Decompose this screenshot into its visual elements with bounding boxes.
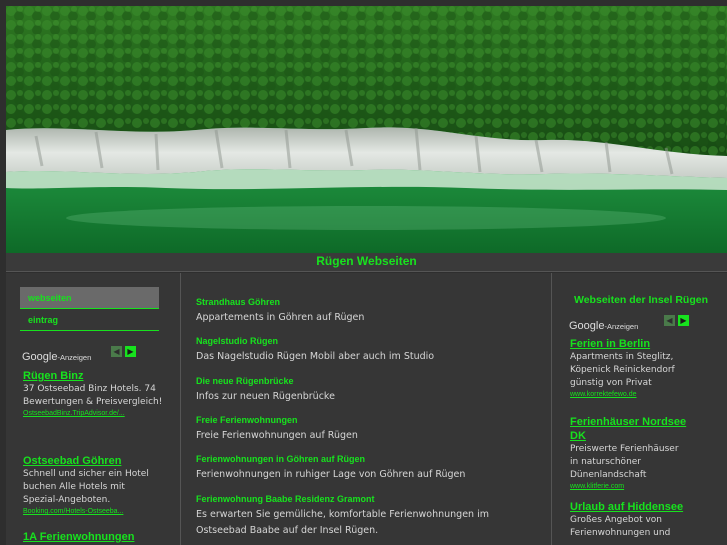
site-entry: Ferienwohnungen in Göhren auf Rügen Feri… — [196, 453, 541, 483]
site-entry: Die neue Rügenbrücke Infos zur neuen Rüg… — [196, 375, 541, 405]
ad-item: Ferien in Berlin Apartments in Steglitz,… — [570, 337, 685, 400]
ad-item: Rügen Binz 37 Ostseebad Binz Hotels. 74 … — [23, 369, 163, 419]
entry-description: Infos zur neuen Rügenbrücke — [196, 391, 335, 402]
entry-title-link[interactable]: Die neue Rügenbrücke — [196, 375, 541, 387]
entry-title-link[interactable]: Strandhaus Göhren — [196, 296, 541, 308]
google-ads-header: Google-Anzeigen ◀ ▶ — [22, 345, 140, 363]
site-entry: Ferienwohnung Baabe Residenz Gramont Es … — [196, 493, 541, 539]
title-bar: Rügen Webseiten — [6, 253, 727, 272]
ad-title-link[interactable]: Urlaub auf Hiddensee — [570, 500, 688, 514]
chevron-right-icon[interactable]: ▶ — [678, 315, 689, 326]
google-logo: Google — [22, 351, 58, 363]
ad-text: Großes Angebot von Ferienwohnungen und — [570, 515, 671, 538]
entry-description: Das Nagelstudio Rügen Mobil aber auch im… — [196, 351, 435, 362]
ad-title-link[interactable]: Ferien in Berlin — [570, 337, 685, 351]
entry-description: Freie Ferienwohnungen auf Rügen — [196, 430, 358, 441]
main-content: Strandhaus Göhren Appartements in Göhren… — [182, 273, 551, 545]
entry-title-link[interactable]: Ferienwohnungen in Göhren auf Rügen — [196, 453, 541, 465]
right-sidebar: Webseiten der Insel Rügen Google-Anzeige… — [551, 273, 727, 545]
ad-item: Ostseebad Göhren Schnell und sicher ein … — [23, 454, 163, 517]
ad-item: 1A Ferienwohnungen — [23, 530, 163, 544]
ad-title-link[interactable]: Ostseebad Göhren — [23, 454, 163, 468]
chalk-cliffs-illustration — [6, 6, 727, 253]
nav-item-eintrag[interactable]: eintrag — [20, 309, 159, 331]
left-sidebar: webseiten eintrag Google-Anzeigen ◀ ▶ Rü… — [6, 273, 181, 545]
chevron-left-icon[interactable]: ◀ — [664, 315, 675, 326]
hero-banner-image — [6, 6, 727, 253]
ad-title-link[interactable]: Ferienhäuser Nordsee DK — [570, 415, 688, 443]
ads-label: -Anzeigen — [604, 322, 639, 331]
ad-item: Urlaub auf Hiddensee Großes Angebot von … — [570, 500, 688, 540]
right-heading: Webseiten der Insel Rügen — [574, 294, 709, 306]
google-ads-header: Google-Anzeigen ◀ ▶ — [569, 314, 689, 332]
entry-title-link[interactable]: Nagelstudio Rügen — [196, 335, 541, 347]
ad-item: Ferienhäuser Nordsee DK Preiswerte Ferie… — [570, 415, 688, 492]
site-title: Rügen Webseiten — [316, 254, 417, 268]
ad-text: 37 Ostseebad Binz Hotels. 74 Bewertungen… — [23, 384, 163, 407]
ad-title-link[interactable]: 1A Ferienwohnungen — [23, 530, 163, 544]
ad-url-link[interactable]: Booking.com/Hotels-Ostseeba... — [23, 507, 163, 517]
ad-text: Preiswerte Ferienhäuser in naturschöner … — [570, 444, 679, 480]
ad-url-link[interactable]: www.korrektefewo.de — [570, 390, 685, 400]
entry-description: Es erwarten Sie gemüliche, komfortable F… — [196, 509, 489, 536]
entry-description: Appartements in Göhren auf Rügen — [196, 312, 365, 323]
chevron-right-icon[interactable]: ▶ — [125, 346, 136, 357]
ad-text: Apartments in Steglitz, Köpenick Reinick… — [570, 352, 675, 388]
ad-url-link[interactable]: www.klitferie.com — [570, 482, 688, 492]
ads-label: -Anzeigen — [57, 353, 92, 362]
ad-text: Schnell und sicher ein Hotel buchen Alle… — [23, 469, 149, 505]
page-layout: webseiten eintrag Google-Anzeigen ◀ ▶ Rü… — [6, 273, 727, 545]
ad-title-link[interactable]: Rügen Binz — [23, 369, 163, 383]
ad-url-link[interactable]: OstseebadBinz.TripAdvisor.de/... — [23, 409, 163, 419]
entry-title-link[interactable]: Ferienwohnung Baabe Residenz Gramont — [196, 493, 541, 505]
entry-description: Ferienwohnungen in ruhiger Lage von Göhr… — [196, 469, 466, 480]
site-entry: Strandhaus Göhren Appartements in Göhren… — [196, 296, 541, 326]
chevron-left-icon[interactable]: ◀ — [111, 346, 122, 357]
site-entry: Freie Ferienwohnungen Freie Ferienwohnun… — [196, 414, 541, 444]
site-entry: Nagelstudio Rügen Das Nagelstudio Rügen … — [196, 335, 541, 365]
nav-menu: webseiten eintrag — [20, 287, 159, 331]
google-logo: Google — [569, 320, 605, 332]
nav-item-webseiten[interactable]: webseiten — [20, 287, 159, 309]
entry-title-link[interactable]: Freie Ferienwohnungen — [196, 414, 541, 426]
